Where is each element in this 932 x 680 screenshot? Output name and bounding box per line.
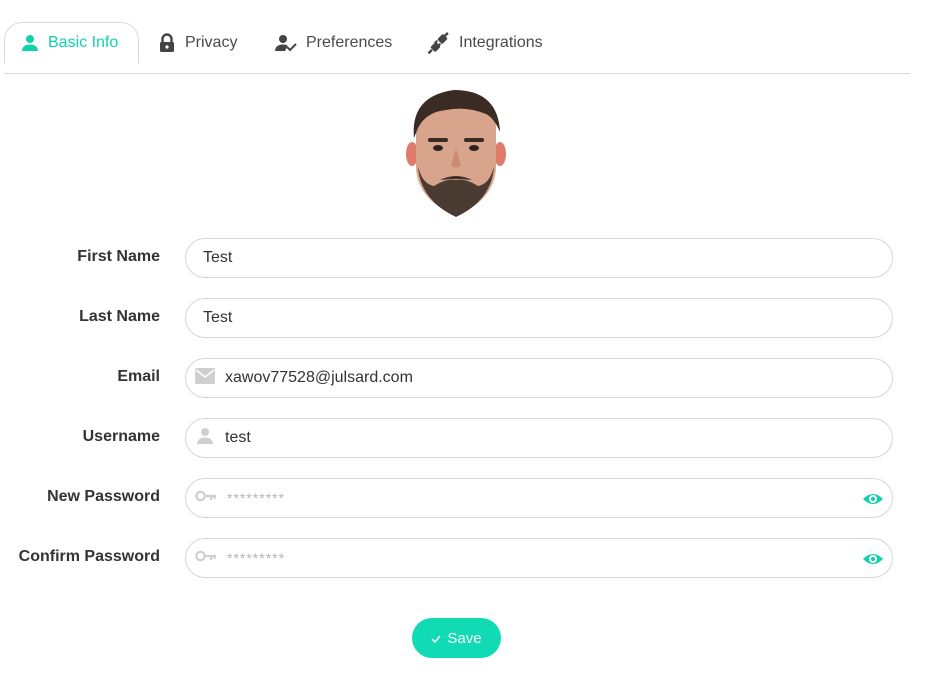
profile-tabs: Basic Info Privacy Preferences Integrati…	[4, 22, 910, 74]
first-name-row: First Name Test	[0, 238, 932, 278]
user-icon	[195, 427, 215, 450]
eye-icon[interactable]	[862, 488, 884, 515]
user-check-icon	[275, 34, 297, 52]
last-name-value: Test	[203, 309, 233, 326]
tab-privacy[interactable]: Privacy	[158, 22, 237, 64]
tab-label: Preferences	[306, 34, 393, 51]
email-label: Email	[117, 368, 160, 385]
eye-icon[interactable]	[862, 548, 884, 575]
last-name-field[interactable]: Test	[185, 298, 893, 338]
key-icon	[195, 549, 217, 568]
tab-integrations[interactable]: Integrations	[428, 22, 543, 64]
first-name-field[interactable]: Test	[185, 238, 893, 278]
avatar[interactable]	[406, 88, 506, 218]
email-field[interactable]: xawov77528@julsard.com	[185, 358, 893, 398]
user-icon	[21, 34, 39, 52]
confirm-password-row: Confirm Password *********	[0, 538, 932, 578]
save-button[interactable]: Save	[412, 618, 501, 658]
tab-basic-info[interactable]: Basic Info	[4, 22, 139, 64]
username-label: Username	[82, 428, 160, 445]
tab-label: Basic Info	[48, 34, 119, 51]
save-label: Save	[447, 629, 482, 647]
plug-icon	[428, 32, 450, 54]
new-password-label: New Password	[47, 488, 160, 505]
first-name-label: First Name	[77, 248, 160, 265]
last-name-label: Last Name	[79, 308, 160, 325]
confirm-password-label: Confirm Password	[18, 548, 160, 565]
last-name-row: Last Name Test	[0, 298, 932, 338]
confirm-password-value: *********	[227, 550, 286, 566]
tab-label: Integrations	[459, 34, 543, 51]
lock-icon	[158, 33, 176, 53]
email-value: xawov77528@julsard.com	[225, 369, 413, 386]
new-password-row: New Password *********	[0, 478, 932, 518]
username-value: test	[225, 429, 251, 446]
email-row: Email xawov77528@julsard.com	[0, 358, 932, 398]
key-icon	[195, 489, 217, 508]
confirm-password-field[interactable]: *********	[185, 538, 893, 578]
tab-label: Privacy	[185, 34, 238, 51]
username-field[interactable]: test	[185, 418, 893, 458]
check-icon	[431, 630, 441, 647]
username-row: Username test	[0, 418, 932, 458]
new-password-value: *********	[227, 490, 286, 506]
new-password-field[interactable]: *********	[185, 478, 893, 518]
envelope-icon	[195, 367, 215, 389]
first-name-value: Test	[203, 249, 233, 266]
tab-preferences[interactable]: Preferences	[275, 22, 392, 64]
